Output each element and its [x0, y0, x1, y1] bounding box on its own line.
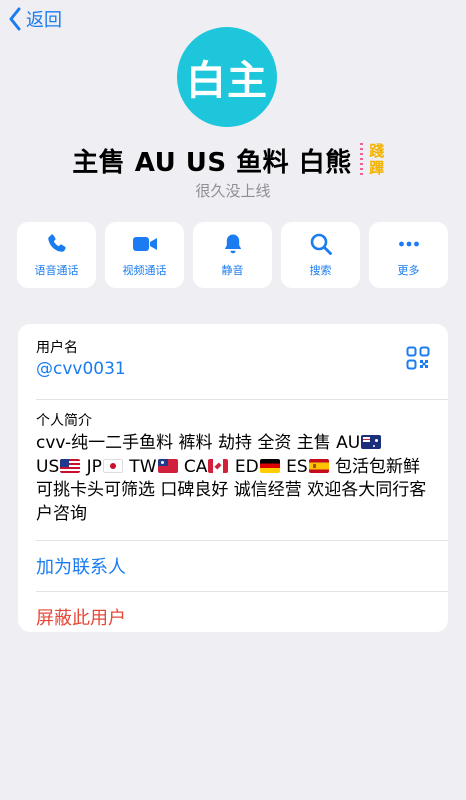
bio-part-2: US: [36, 456, 60, 477]
bio-part-1: cvv-纯一二手鱼料 裤料 劫持 全资 主售 AU: [36, 433, 361, 453]
phone-icon: [47, 234, 66, 252]
block-user-button[interactable]: 屏蔽此用户: [18, 592, 448, 632]
flag-de-icon: [259, 458, 280, 473]
action-bar: 语音通话 视频通话 静音 搜索 更多: [17, 222, 448, 288]
bio-part-3: JP: [81, 456, 102, 477]
avatar-initials: 白主: [186, 58, 268, 104]
chevron-left-icon: [9, 7, 21, 31]
bio-part-6: ED: [229, 456, 259, 477]
bio-label: 个人简介: [36, 413, 92, 429]
flag-au-icon: [361, 435, 382, 449]
bio-text: cvv-纯一二手鱼料 裤料 劫持 全资 主售 AU US JP TW CA ED …: [36, 432, 430, 526]
more-button[interactable]: 更多: [369, 222, 448, 288]
flag-jp-icon: [102, 458, 123, 473]
voice-call-button[interactable]: 语音通话: [17, 222, 96, 288]
username-section: 用户名 @cvv0031: [18, 324, 448, 391]
username-value[interactable]: @cvv0031: [36, 359, 430, 379]
profile-name-row: 主售 AU US 鱼料 白熊 踐 蹕: [0, 140, 466, 180]
stamp-dots: [359, 143, 363, 177]
voice-call-label: 语音通话: [34, 264, 79, 277]
flag-tw-icon: [157, 458, 178, 473]
stamp-char-2: 蹕: [369, 159, 385, 177]
profile-name: 主售 AU US 鱼料 白熊: [72, 147, 352, 178]
search-button[interactable]: 搜索: [281, 222, 360, 288]
back-button[interactable]: 返回: [8, 6, 62, 32]
avatar[interactable]: 白主: [177, 27, 277, 127]
back-label: 返回: [26, 10, 62, 31]
flag-us-icon: [60, 458, 81, 473]
more-label: 更多: [397, 264, 420, 277]
add-contact-button[interactable]: 加为联系人: [18, 541, 448, 591]
bio-part-4: TW: [123, 456, 157, 477]
video-icon: [132, 237, 157, 251]
flag-ca-icon: [208, 458, 229, 473]
stamp-char-1: 踐: [369, 142, 385, 160]
search-label: 搜索: [309, 264, 332, 277]
last-seen-status: 很久没上线: [195, 182, 271, 200]
bio-part-5: CA: [178, 456, 208, 477]
info-card: 用户名 @cvv0031 个人简介 cvv-纯一二手鱼料 裤料 劫持 全资 主售…: [18, 324, 448, 632]
bio-section: 个人简介 cvv-纯一二手鱼料 裤料 劫持 全资 主售 AU US JP TW C…: [18, 400, 448, 540]
bio-part-7: ES: [280, 456, 308, 477]
bell-icon: [224, 234, 241, 254]
video-call-label: 视频通话: [122, 264, 167, 277]
mute-button[interactable]: 静音: [193, 222, 272, 288]
mute-label: 静音: [221, 264, 244, 277]
qr-code-icon[interactable]: [406, 346, 430, 370]
name-stamp: 踐 蹕: [359, 140, 394, 180]
more-icon: [398, 241, 419, 247]
search-icon: [310, 233, 332, 255]
username-label: 用户名: [36, 340, 78, 356]
flag-es-icon: [308, 458, 329, 473]
video-call-button[interactable]: 视频通话: [105, 222, 184, 288]
